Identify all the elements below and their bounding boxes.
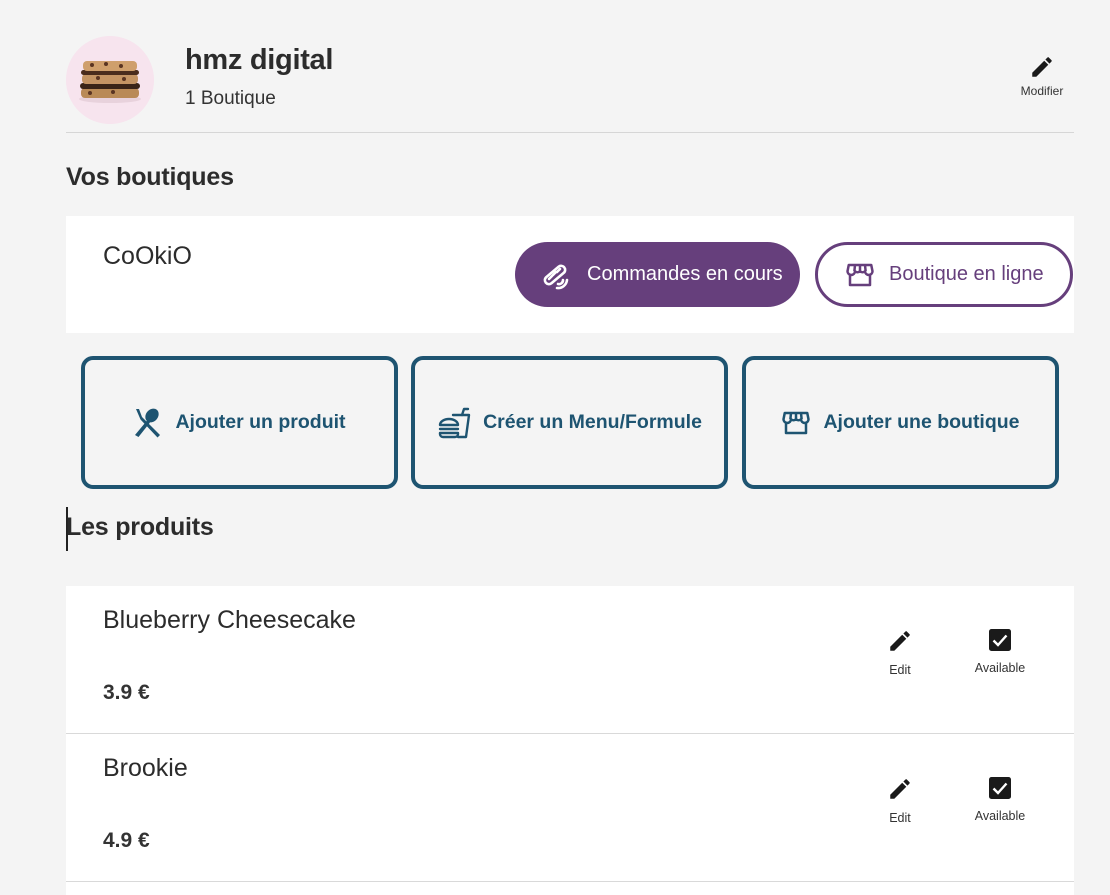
modify-label: Modifier [1020, 84, 1064, 98]
shop-name: CoOkiO [103, 242, 192, 270]
product-row: Blueberry Cheesecake 3.9 € Edit Availabl… [66, 586, 1074, 734]
utensils-icon [135, 408, 161, 437]
edit-label: Edit [889, 663, 911, 677]
pencil-icon [890, 779, 910, 799]
add-shop-button[interactable]: Ajouter une boutique [742, 356, 1059, 489]
tools-icon [543, 264, 569, 289]
profile-header: hmz digital 1 Boutique Modifier [66, 36, 1074, 133]
shop-dashboard: hmz digital 1 Boutique Modifier Vos bout… [0, 0, 1110, 895]
edit-product-button[interactable]: Edit [878, 776, 922, 825]
create-menu-label: Créer un Menu/Formule [483, 411, 702, 433]
edit-label: Edit [889, 811, 911, 825]
add-product-button[interactable]: Ajouter un produit [81, 356, 398, 489]
shop-card: CoOkiO Commandes en cours Boutique en li… [66, 216, 1074, 333]
online-button-label: Boutique en ligne [889, 263, 1044, 285]
product-price: 3.9 € [103, 681, 150, 704]
available-checkbox[interactable]: Available [965, 628, 1035, 675]
checkbox-checked-icon [989, 629, 1011, 651]
storefront-icon [782, 411, 811, 434]
pencil-icon [1032, 57, 1052, 77]
product-row [66, 882, 1074, 895]
edit-product-button[interactable]: Edit [878, 628, 922, 677]
profile-name: hmz digital [185, 44, 334, 76]
orders-button-label: Commandes en cours [587, 263, 783, 285]
products-section-title: Les produits [66, 513, 214, 541]
available-label: Available [974, 809, 1026, 823]
cookie-stack-image [66, 36, 154, 124]
add-product-label: Ajouter un produit [175, 411, 346, 433]
profile-shop-count: 1 Boutique [185, 88, 276, 109]
avatar [66, 36, 154, 124]
add-shop-label: Ajouter une boutique [823, 411, 1020, 433]
product-price: 4.9 € [103, 829, 150, 852]
product-name: Blueberry Cheesecake [103, 606, 356, 634]
fast-food-icon [438, 407, 471, 438]
online-shop-button[interactable]: Boutique en ligne [815, 242, 1073, 307]
product-row: Brookie 4.9 € Edit Available [66, 734, 1074, 882]
available-label: Available [974, 661, 1026, 675]
shops-section-title: Vos boutiques [66, 163, 234, 191]
available-checkbox[interactable]: Available [965, 776, 1035, 823]
create-menu-button[interactable]: Créer un Menu/Formule [411, 356, 728, 489]
pencil-icon [890, 631, 910, 651]
product-name: Brookie [103, 754, 188, 782]
storefront-icon [846, 263, 874, 286]
checkbox-checked-icon [989, 777, 1011, 799]
orders-in-progress-button[interactable]: Commandes en cours [515, 242, 800, 307]
modify-profile-button[interactable]: Modifier [1018, 54, 1066, 98]
